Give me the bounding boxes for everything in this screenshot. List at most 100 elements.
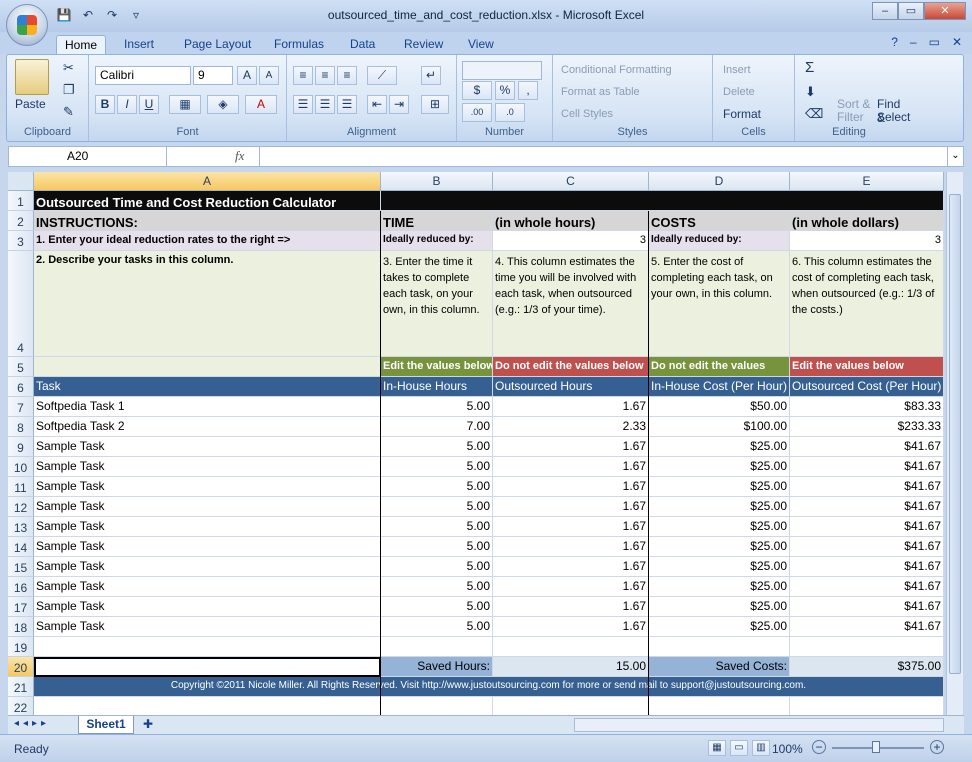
table-cell[interactable]: $25.00: [649, 497, 790, 517]
row-header-15[interactable]: 15: [8, 557, 34, 577]
empty-cell[interactable]: [493, 637, 649, 657]
table-cell[interactable]: $41.67: [790, 457, 944, 477]
paste-icon[interactable]: [15, 59, 49, 95]
ideal-time-label[interactable]: Ideally reduced by:: [381, 231, 493, 251]
step6-cell[interactable]: 6. This column estimates the cost of com…: [790, 251, 944, 357]
decrease-decimal-button[interactable]: .0: [495, 103, 525, 122]
cut-icon[interactable]: ✂: [63, 61, 74, 75]
step3-cell[interactable]: 3. Enter the time it takes to complete e…: [381, 251, 493, 357]
row-header-13[interactable]: 13: [8, 517, 34, 537]
row-header-6[interactable]: 6: [8, 377, 34, 397]
italic-button[interactable]: I: [117, 95, 137, 114]
row-header-10[interactable]: 10: [8, 457, 34, 477]
format-painter-icon[interactable]: ✎: [63, 105, 74, 119]
normal-view-icon[interactable]: ▦: [708, 740, 726, 756]
select-all-corner[interactable]: [8, 172, 34, 191]
step4-cell[interactable]: 4. This column estimates the time you wi…: [493, 251, 649, 357]
saved-hours-label[interactable]: Saved Hours:: [381, 657, 493, 677]
table-cell[interactable]: Sample Task: [34, 517, 381, 537]
row-header-7[interactable]: 7: [8, 397, 34, 417]
title-row-fill[interactable]: [381, 191, 944, 211]
row-header-2[interactable]: 2: [8, 211, 34, 231]
zoom-slider-thumb[interactable]: [872, 741, 880, 753]
sheet-nav-arrows[interactable]: ◂◂▸▸: [14, 718, 50, 729]
office-button[interactable]: [6, 4, 48, 46]
table-cell[interactable]: 5.00: [381, 557, 493, 577]
align-left-icon[interactable]: ☰: [293, 95, 313, 114]
insert-sheet-icon[interactable]: ✚: [140, 717, 156, 732]
table-cell[interactable]: $41.67: [790, 517, 944, 537]
font-color-button[interactable]: A: [245, 95, 277, 114]
table-cell[interactable]: $41.67: [790, 557, 944, 577]
tab-formulas[interactable]: Formulas: [274, 35, 324, 54]
selected-cell-a20[interactable]: [34, 657, 381, 677]
table-cell[interactable]: 5.00: [381, 617, 493, 637]
copy-icon[interactable]: ❐: [63, 83, 75, 97]
table-cell[interactable]: Sample Task: [34, 617, 381, 637]
table-cell[interactable]: Sample Task: [34, 557, 381, 577]
cell-styles-button[interactable]: Cell Styles: [561, 107, 613, 121]
table-cell[interactable]: Sample Task: [34, 477, 381, 497]
empty-cell[interactable]: [381, 637, 493, 657]
scroll-thumb[interactable]: [949, 194, 961, 674]
name-box[interactable]: A20: [9, 147, 167, 166]
currency-button[interactable]: $: [462, 81, 492, 100]
step2-cell[interactable]: 2. Describe your tasks in this column.: [34, 251, 381, 357]
table-cell[interactable]: 1.67: [493, 597, 649, 617]
tab-data[interactable]: Data: [350, 35, 375, 54]
table-cell[interactable]: $41.67: [790, 437, 944, 457]
conditional-formatting-button[interactable]: Conditional Formatting: [561, 63, 672, 77]
paste-button[interactable]: Paste: [15, 97, 46, 111]
increase-indent-icon[interactable]: ⇥: [389, 95, 409, 114]
table-cell[interactable]: 1.67: [493, 397, 649, 417]
maximize-button[interactable]: ▭: [898, 2, 924, 20]
tab-review[interactable]: Review: [404, 35, 443, 54]
table-cell[interactable]: 1.67: [493, 517, 649, 537]
table-cell[interactable]: $41.67: [790, 477, 944, 497]
outsourced-cost-header[interactable]: Outsourced Cost (Per Hour): [790, 377, 944, 397]
empty-cell[interactable]: [381, 697, 493, 715]
table-cell[interactable]: 1.67: [493, 497, 649, 517]
sheet-tab-sheet1[interactable]: Sheet1: [78, 716, 134, 734]
table-cell[interactable]: $25.00: [649, 477, 790, 497]
row-header-14[interactable]: 14: [8, 537, 34, 557]
row-header-16[interactable]: 16: [8, 577, 34, 597]
fill-icon[interactable]: ⬇: [805, 85, 816, 99]
outsourced-hours-header[interactable]: Outsourced Hours: [493, 377, 649, 397]
empty-cell[interactable]: [34, 637, 381, 657]
table-cell[interactable]: $25.00: [649, 457, 790, 477]
merge-center-icon[interactable]: ⊞: [421, 95, 449, 114]
noedit-values-d[interactable]: Do not edit the values: [649, 357, 790, 377]
saved-costs-value[interactable]: $375.00: [790, 657, 944, 677]
table-cell[interactable]: 1.67: [493, 537, 649, 557]
step1-cell[interactable]: 1. Enter your ideal reduction rates to t…: [34, 231, 381, 251]
table-cell[interactable]: $25.00: [649, 597, 790, 617]
horizontal-scrollbar[interactable]: [574, 718, 944, 732]
table-cell[interactable]: $25.00: [649, 517, 790, 537]
page-break-view-icon[interactable]: ▥: [752, 740, 770, 756]
wrap-text-icon[interactable]: ↵: [421, 66, 441, 85]
comma-button[interactable]: ,: [518, 81, 538, 100]
noedit-values-c[interactable]: Do not edit the values below: [493, 357, 649, 377]
orientation-icon[interactable]: ⟋: [367, 66, 397, 85]
align-bottom-icon[interactable]: ≡: [337, 66, 357, 85]
table-cell[interactable]: Sample Task: [34, 577, 381, 597]
table-cell[interactable]: Sample Task: [34, 457, 381, 477]
vertical-scrollbar[interactable]: [946, 172, 963, 715]
ideal-cost-input[interactable]: 3: [790, 231, 944, 251]
fill-color-icon[interactable]: ◈: [207, 95, 239, 114]
table-cell[interactable]: Sample Task: [34, 597, 381, 617]
font-name-select[interactable]: Calibri: [95, 66, 191, 85]
grow-font-button[interactable]: A: [237, 66, 257, 85]
table-cell[interactable]: 1.67: [493, 557, 649, 577]
table-cell[interactable]: 5.00: [381, 577, 493, 597]
table-cell[interactable]: 1.67: [493, 577, 649, 597]
format-as-table-button[interactable]: Format as Table: [561, 85, 640, 99]
table-cell[interactable]: 2.33: [493, 417, 649, 437]
workbook-close-button[interactable]: ✕: [952, 35, 962, 49]
zoom-in-icon[interactable]: +: [930, 740, 944, 754]
table-cell[interactable]: $41.67: [790, 617, 944, 637]
worksheet-grid[interactable]: A B C D E 1 2 3 4 5 6 7 8 9 10 11 12 13 14 15 16 17 18 19 20 21 22…: [8, 172, 944, 715]
task-header[interactable]: Task: [34, 377, 381, 397]
borders-icon[interactable]: ▦: [169, 95, 201, 114]
